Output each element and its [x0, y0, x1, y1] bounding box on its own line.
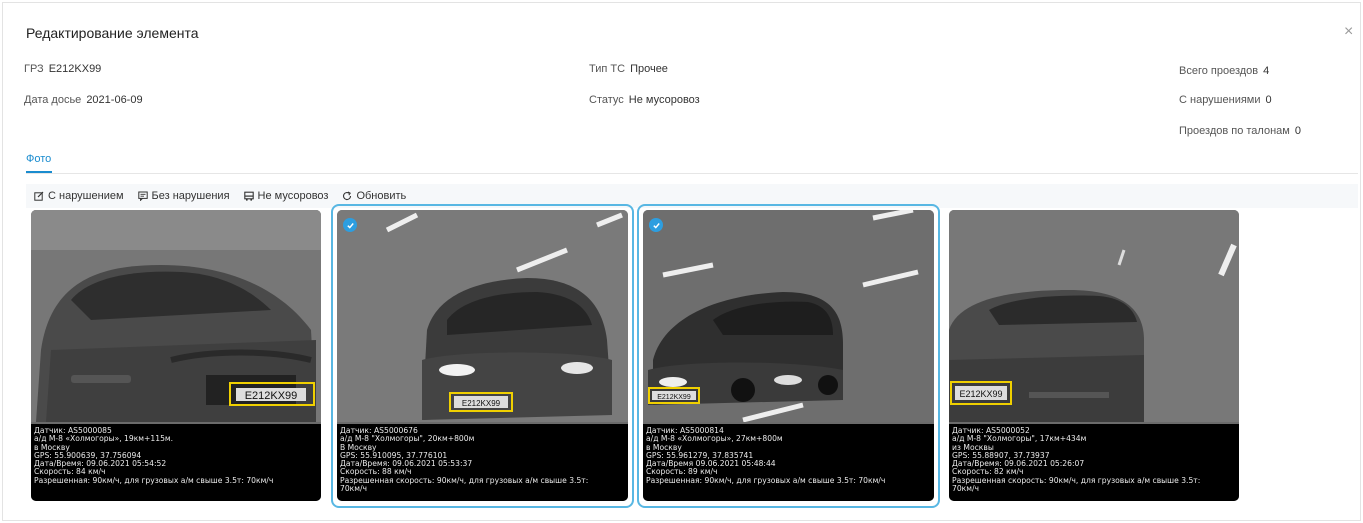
not-garbage-truck-button[interactable]: Не мусоровоз	[243, 190, 329, 202]
edit-element-modal: Редактирование элемента × ГРЗ E212KX99 Да…	[2, 2, 1361, 521]
field-grz: ГРЗ E212KX99	[24, 63, 101, 75]
vehicle-photo-1-plate: E212KX99	[245, 390, 298, 402]
caption-line: GPS: 55.900639, 37.756094	[34, 451, 142, 460]
caption-line: GPS: 55.910095, 37.776101	[340, 451, 448, 460]
vehicle-photo-3-image: E212KX99	[643, 210, 934, 422]
field-with-violations-value: 0	[1265, 94, 1272, 106]
caption-line: GPS: 55.961279, 37.835741	[646, 451, 754, 460]
caption-line: Скорость: 89 км/ч	[646, 468, 718, 477]
field-coupon-passes-label: Проездов по талонам	[1179, 125, 1290, 137]
caption-line: Разрешенная: 90км/ч, для грузовых а/м св…	[646, 476, 886, 485]
field-total-passes-value: 4	[1263, 65, 1270, 77]
vehicle-photo-4-image: E212KX99	[949, 210, 1239, 422]
field-vehicle-type-value: Прочее	[630, 63, 668, 75]
vehicle-photo-4-plate: E212KX99	[959, 389, 1002, 399]
close-icon[interactable]: ×	[1344, 24, 1353, 40]
caption-line: а/д М-8 «Холмогоры», 19км+115м.	[34, 435, 174, 444]
caption-line: Датчик: AS5000676	[340, 427, 418, 435]
mark-with-violation-button[interactable]: С нарушением	[34, 190, 124, 202]
vehicle-photo-3[interactable]: E212KX99 Датчик: AS5000814 а/д М-8 «Холм…	[643, 210, 934, 501]
field-dossier-date: Дата досье 2021-06-09	[24, 94, 143, 106]
vehicle-photo-3-plate: E212KX99	[657, 394, 691, 401]
field-coupon-passes: Проездов по талонам 0	[1179, 125, 1301, 137]
field-dossier-date-value: 2021-06-09	[86, 94, 143, 106]
vehicle-photo-2[interactable]: E212KX99 Датчик: AS5000676 а/д М-8 "Холм…	[337, 210, 628, 501]
tabs-divider	[26, 173, 1358, 174]
caption-line: из Москвы	[952, 443, 994, 452]
caption-line: Дата/Время 09.06.2021 05:48:44	[646, 460, 776, 469]
vehicle-photo-2-plate: E212KX99	[462, 399, 501, 408]
truck-icon	[243, 191, 254, 201]
vehicle-photo-4[interactable]: E212KX99 Датчик: AS5000052 а/д М-8 "Холм…	[949, 210, 1239, 501]
field-vehicle-type: Тип ТС Прочее	[589, 63, 668, 75]
caption-line: Скорость: 82 км/ч	[952, 468, 1024, 477]
modal-title: Редактирование элемента	[26, 25, 199, 41]
field-coupon-passes-value: 0	[1294, 125, 1301, 137]
tab-photo[interactable]: Фото	[26, 153, 51, 165]
vehicle-photo-1-image: E212KX99	[31, 210, 321, 422]
caption-line: Датчик: AS5000085	[34, 427, 112, 435]
caption-line: в Москву	[34, 443, 70, 452]
vehicle-photo-2-image: E212KX99	[337, 210, 628, 422]
selected-check-icon[interactable]	[649, 218, 663, 232]
field-total-passes: Всего проездов 4	[1179, 65, 1269, 77]
mark-without-violation-label: Без нарушения	[151, 190, 230, 202]
caption-line: GPS: 55.88907, 37.73937	[952, 451, 1050, 460]
field-status: Статус Не мусоровоз	[589, 94, 700, 106]
refresh-label: Обновить	[356, 190, 407, 202]
field-dossier-date-label: Дата досье	[24, 94, 82, 106]
caption-line: а/д М-8 «Холмогоры», 27км+800м	[646, 435, 783, 444]
field-grz-value: E212KX99	[48, 63, 102, 75]
field-status-value: Не мусоровоз	[628, 94, 700, 106]
edit-icon	[34, 191, 44, 201]
caption-line: а/д М-8 "Холмогоры", 20км+800м	[340, 435, 475, 444]
caption-line: Разрешенная: 90км/ч, для грузовых а/м св…	[34, 476, 274, 485]
caption-line: в Москву	[646, 443, 682, 452]
caption-line: 70км/ч	[340, 485, 368, 494]
mark-without-violation-button[interactable]: Без нарушения	[137, 190, 230, 202]
caption-line: а/д М-8 "Холмогоры", 17км+434м	[952, 435, 1087, 444]
field-with-violations: С нарушениями 0	[1179, 94, 1272, 106]
caption-line: Дата/Время: 09.06.2021 05:54:52	[34, 460, 167, 469]
caption-line: Датчик: AS5000814	[646, 427, 724, 435]
mark-with-violation-label: С нарушением	[48, 190, 124, 202]
caption-line: Скорость: 84 км/ч	[34, 468, 106, 477]
vehicle-photo-4-caption: Датчик: AS5000052 а/д М-8 "Холмогоры", 1…	[949, 424, 1239, 501]
vehicle-photo-2-caption: Датчик: AS5000676 а/д М-8 "Холмогоры", 2…	[337, 424, 628, 501]
refresh-icon	[342, 191, 352, 201]
not-garbage-truck-label: Не мусоровоз	[257, 190, 329, 202]
vehicle-photo-1-caption: Датчик: AS5000085 а/д М-8 «Холмогоры», 1…	[31, 424, 321, 501]
caption-line: Дата/Время: 09.06.2021 05:53:37	[340, 460, 473, 469]
vehicle-photo-3-caption: Датчик: AS5000814 а/д М-8 «Холмогоры», 2…	[643, 424, 934, 501]
field-vehicle-type-label: Тип ТС	[589, 63, 626, 75]
field-total-passes-label: Всего проездов	[1179, 65, 1259, 77]
caption-line: Датчик: AS5000052	[952, 427, 1030, 435]
caption-line: Скорость: 88 км/ч	[340, 468, 412, 477]
vehicle-photo-1[interactable]: E212KX99 Датчик: AS5000085 а/д М-8 «Холм…	[31, 210, 321, 501]
caption-line: Разрешенная скорость: 90км/ч, для грузов…	[340, 476, 589, 485]
caption-line: В Москву	[340, 443, 377, 452]
field-status-label: Статус	[589, 94, 624, 106]
selected-check-icon[interactable]	[343, 218, 357, 232]
field-with-violations-label: С нарушениями	[1179, 94, 1261, 106]
refresh-button[interactable]: Обновить	[342, 190, 406, 202]
caption-line: Дата/Время: 09.06.2021 05:26:07	[952, 460, 1085, 469]
caption-line: 70км/ч	[952, 485, 980, 494]
message-icon	[137, 191, 148, 201]
field-grz-label: ГРЗ	[24, 63, 44, 75]
caption-line: Разрешенная скорость: 90км/ч, для грузов…	[952, 476, 1201, 485]
